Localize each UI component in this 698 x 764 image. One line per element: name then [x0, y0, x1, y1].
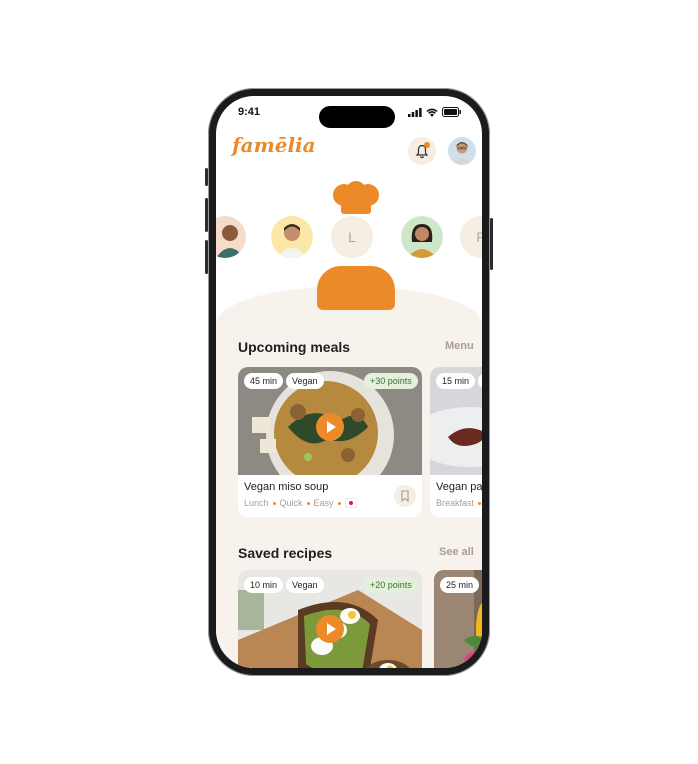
dynamic-island	[319, 106, 395, 128]
signal-icon	[408, 107, 422, 117]
upcoming-meals-title: Upcoming meals	[238, 339, 351, 355]
bookmark-button[interactable]	[394, 485, 416, 507]
play-video-button[interactable]	[316, 615, 344, 643]
points-chip: +30 points	[364, 373, 418, 389]
person-avatar-icon	[216, 225, 244, 258]
family-member-avatar[interactable]	[216, 216, 246, 258]
diet-chip: Vegan	[286, 577, 324, 593]
wifi-icon	[426, 108, 438, 117]
silent-switch	[205, 168, 208, 186]
points-chip: +20 points	[364, 577, 418, 593]
person-avatar-icon	[407, 224, 437, 258]
meal-difficulty: Easy	[313, 498, 334, 508]
duration-chip: 25 min	[440, 577, 480, 593]
recipe-card[interactable]: 10 min Vegan +20 points	[238, 570, 422, 668]
power-button	[490, 218, 493, 270]
meal-title: Vegan panc	[436, 481, 482, 493]
notification-badge	[424, 142, 430, 148]
volume-down-button	[205, 240, 208, 274]
meal-speed: Quick	[279, 498, 303, 508]
duration-chip: 45 min	[244, 373, 284, 389]
family-member-avatar[interactable]	[271, 216, 313, 258]
battery-icon	[442, 107, 461, 117]
chef-hat-icon	[333, 181, 379, 214]
diet-chip: Vegan	[286, 373, 324, 389]
status-time: 9:41	[238, 106, 261, 118]
family-member-selected[interactable]: L	[331, 216, 373, 258]
profile-avatar[interactable]	[448, 137, 476, 165]
person-avatar-icon	[277, 224, 307, 258]
meal-meta: Breakfast F	[436, 498, 482, 508]
bell-icon	[415, 144, 429, 159]
volume-up-button	[205, 198, 208, 232]
saved-recipes-title: Saved recipes	[238, 545, 333, 561]
app-logo: famēlia	[232, 133, 316, 157]
app-screen: 9:41 famēlia L P Upcoming meals Menu 45 …	[216, 96, 482, 668]
notifications-button[interactable]	[408, 137, 436, 165]
meal-title: Vegan miso soup	[244, 481, 329, 493]
see-all-link[interactable]: See all	[439, 546, 474, 558]
phone-frame: 9:41 famēlia L P Upcoming meals Menu 45 …	[205, 88, 493, 676]
person-avatar-icon	[452, 142, 472, 165]
japan-flag-icon	[344, 498, 357, 508]
meal-card[interactable]: 45 min Vegan +30 points Vegan miso soup …	[238, 367, 422, 517]
play-video-button[interactable]	[316, 413, 344, 441]
duration-chip: 10 min	[244, 577, 284, 593]
menu-link[interactable]: Menu	[445, 340, 474, 352]
meal-type: Lunch	[244, 498, 269, 508]
status-icons	[408, 107, 462, 117]
duration-chip: 15 min	[436, 373, 476, 389]
meal-meta: Lunch Quick Easy	[244, 498, 357, 508]
bookmark-icon	[401, 490, 409, 503]
recipe-card[interactable]: 25 min H	[434, 570, 482, 668]
meal-card[interactable]: 15 min D Vegan panc Breakfast F	[430, 367, 482, 517]
family-member-avatar[interactable]	[401, 216, 443, 258]
chef-body-shape	[317, 266, 395, 310]
meal-type: Breakfast	[436, 498, 475, 508]
family-member-letter[interactable]: P	[460, 216, 482, 258]
